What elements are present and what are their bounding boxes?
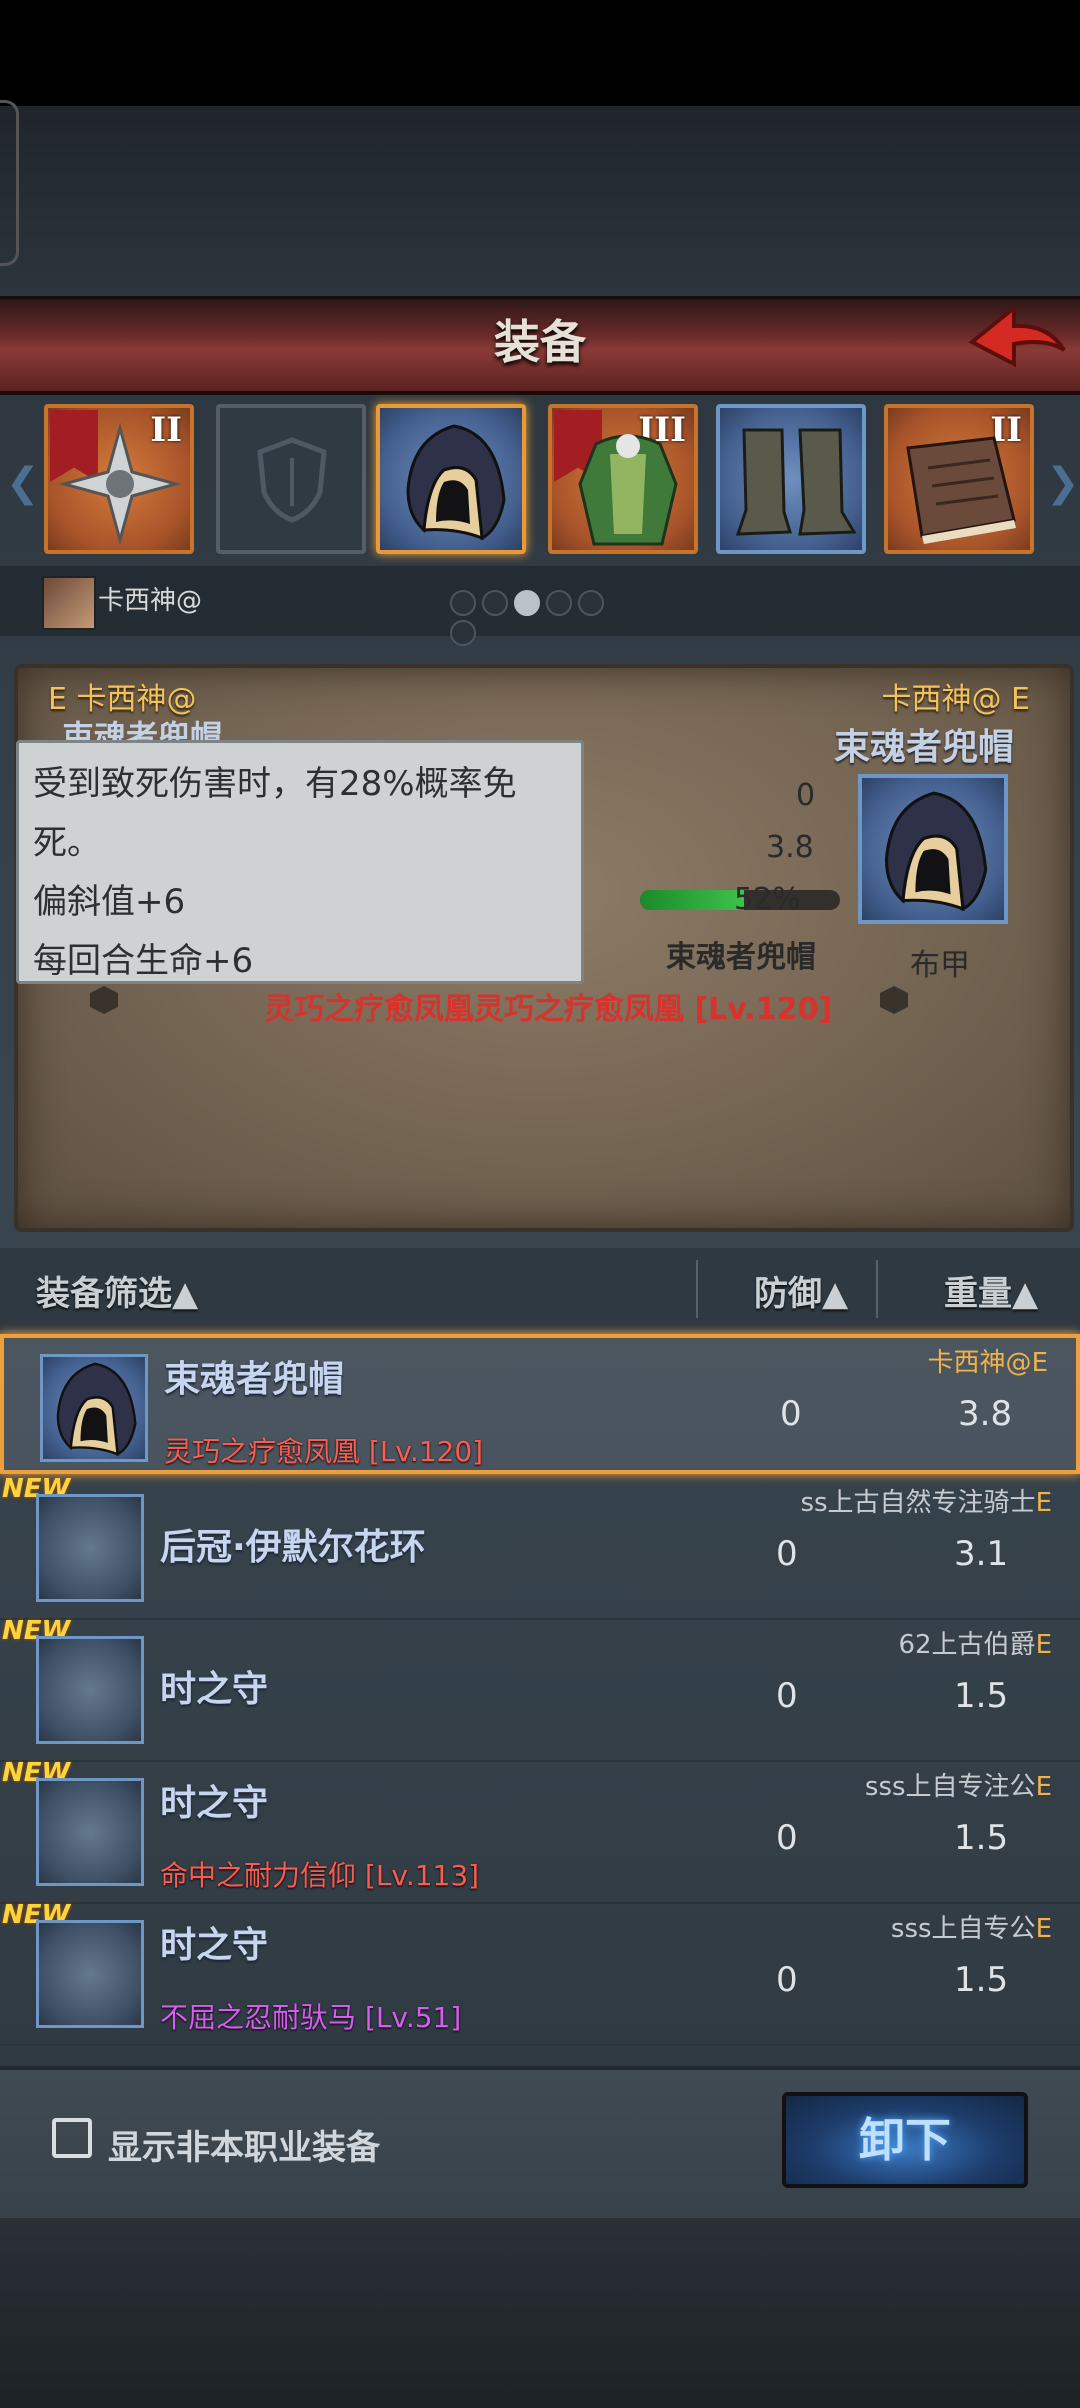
book-icon (906, 436, 1016, 544)
compare-right-item-name: 束魂者兜帽 (833, 727, 1014, 768)
back-button[interactable] (968, 302, 1068, 382)
character-name: 卡西神@ (98, 586, 203, 616)
item-defense: 0 (776, 1534, 798, 1574)
back-arrow-icon (968, 303, 1066, 368)
character-avatar[interactable] (42, 576, 96, 630)
item-weight: 3.1 (954, 1534, 1009, 1574)
slot-boots[interactable] (716, 404, 866, 554)
pager-dot[interactable] (450, 620, 476, 646)
slot-armor[interactable]: III (548, 404, 698, 554)
list-item[interactable]: NEW 后冠·伊默尔花环 ss上古自然专注骑士E 0 3.1 (0, 1474, 1080, 1620)
side-tab-handle[interactable] (0, 100, 19, 266)
compare-right-header: 卡西神@ E (881, 682, 1031, 717)
slot-shield-empty[interactable] (216, 404, 366, 554)
durability-label: 52% (734, 882, 801, 917)
defense-sort-button[interactable]: 防御▲ (754, 1266, 848, 1315)
show-other-class-checkbox[interactable] (52, 2118, 92, 2158)
dark-hood-icon (36, 1636, 144, 1744)
pager-dot[interactable] (450, 590, 476, 616)
pager-dot[interactable] (546, 590, 572, 616)
list-item-selected[interactable]: 束魂者兜帽 灵巧之疗愈凤凰 [Lv.120] 卡西神@E 0 3.8 (0, 1334, 1080, 1474)
durability-bar-fill (640, 890, 744, 910)
top-strip (0, 106, 1080, 296)
list-item[interactable]: NEW 时之守 62上古伯爵E 0 1.5 (0, 1616, 1080, 1762)
compare-weight-value: 3.8 (766, 830, 814, 865)
skill-tooltip: 受到致死伤害时，有28%概率免 死。 偏斜值+6 每回合生命+6 (16, 740, 584, 984)
item-owner: sss上自专公E (890, 1914, 1052, 1944)
tooltip-line: 每回合生命+6 (33, 941, 254, 981)
unequip-button[interactable]: 卸下 (782, 2092, 1028, 2188)
item-enchant: 灵巧之疗愈凤凰 [Lv.120] (164, 1435, 484, 1468)
dark-hood-icon (36, 1778, 144, 1886)
compare-left-item-name: 束魂者兜帽 (62, 718, 223, 740)
item-defense: 0 (776, 1960, 798, 2000)
item-owner: ss上古自然专注骑士E (800, 1488, 1052, 1518)
header-divider (696, 1260, 698, 1318)
boots-icon (735, 428, 857, 536)
item-name: 时之守 (160, 1925, 269, 1966)
item-defense: 0 (776, 1818, 798, 1858)
item-weight: 3.8 (958, 1394, 1013, 1434)
item-owner: sss上自专注公E (864, 1772, 1052, 1802)
item-name: 束魂者兜帽 (164, 1359, 345, 1400)
compare-item-name-2: 束魂者兜帽 (666, 940, 816, 975)
green-armor-icon (578, 434, 678, 546)
item-name: 后冠·伊默尔花环 (160, 1527, 426, 1568)
bottom-background (0, 2218, 1080, 2408)
slot-book[interactable]: II (884, 404, 1034, 554)
dark-hood-icon (36, 1494, 144, 1602)
shuriken-weapon-icon (58, 422, 182, 546)
item-name: 时之守 (160, 1669, 269, 1710)
item-weight: 1.5 (954, 1960, 1009, 2000)
slot-helmet-selected[interactable] (376, 404, 526, 554)
list-item[interactable]: NEW 时之守 不屈之忍耐驮马 [Lv.51] sss上自专公E 0 1.5 (0, 1900, 1080, 2046)
item-enchant: 不屈之忍耐驮马 [Lv.51] (160, 2001, 462, 2034)
header-divider (876, 1260, 878, 1318)
item-owner: 卡西神@E (927, 1348, 1048, 1378)
shield-placeholder-icon (257, 437, 327, 523)
filter-sort-button[interactable]: 装备筛选▲ (36, 1266, 198, 1315)
hood-helmet-icon (884, 791, 988, 912)
hood-helmet-icon (40, 1354, 148, 1462)
slots-next-arrow-icon[interactable]: ❯ (1046, 460, 1080, 506)
item-name: 时之守 (160, 1783, 269, 1824)
pager-dot[interactable] (578, 590, 604, 616)
compare-defense-value: 0 (796, 778, 816, 813)
tooltip-line: 偏斜值+6 (33, 882, 186, 922)
tooltip-line: 受到致死伤害时，有28%概率免 (33, 764, 517, 804)
page-title: 装备 (494, 315, 586, 369)
item-weight: 1.5 (954, 1818, 1009, 1858)
list-item[interactable]: NEW 时之守 命中之耐力信仰 [Lv.113] sss上自专注公E 0 1.5 (0, 1758, 1080, 1904)
weight-sort-button[interactable]: 重量▲ (944, 1266, 1038, 1315)
pager-dot[interactable] (482, 590, 508, 616)
slots-prev-arrow-icon[interactable]: ❮ (6, 460, 40, 506)
armor-type-label: 布甲 (910, 948, 970, 983)
item-weight: 1.5 (954, 1676, 1009, 1716)
tooltip-line: 死。 (33, 823, 101, 863)
compare-item-icon (858, 774, 1008, 924)
item-defense: 0 (776, 1676, 798, 1716)
hood-helmet-icon (406, 424, 506, 541)
item-defense: 0 (780, 1394, 802, 1434)
item-owner: 62上古伯爵E (898, 1630, 1052, 1660)
item-enchant: 命中之耐力信仰 [Lv.113] (160, 1859, 480, 1892)
dark-hood-icon (36, 1920, 144, 2028)
checkbox-label: 显示非本职业装备 (108, 2128, 380, 2168)
slot-weapon[interactable]: II (44, 404, 194, 554)
pager-dots (450, 590, 630, 646)
pager-dot-active[interactable] (514, 590, 540, 616)
status-bar-area (0, 0, 1080, 106)
